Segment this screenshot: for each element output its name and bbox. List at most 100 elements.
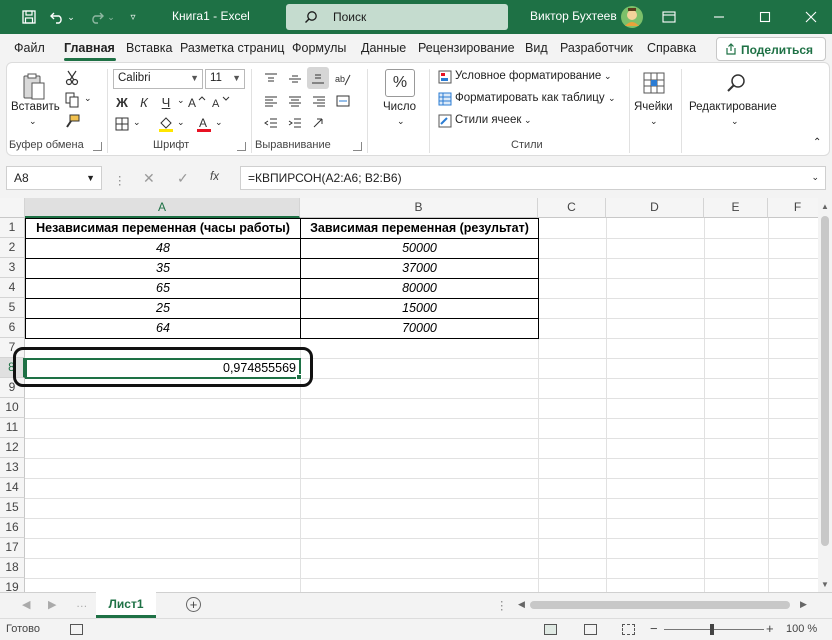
paste-label[interactable]: Вставить [11,101,60,113]
underline-button[interactable]: Ч [157,93,175,111]
expand-formula-icon[interactable]: ⌄ [811,172,819,183]
undo-icon[interactable] [48,8,66,26]
redo-icon[interactable] [88,8,106,26]
zoom-slider-track[interactable] [664,629,764,630]
zoom-out-icon[interactable]: − [650,621,658,636]
row-header[interactable]: 16 [0,518,25,538]
paste-dropdown-icon[interactable]: ⌄ [29,116,37,127]
paste-icon[interactable] [19,71,49,103]
customize-toolbar-icon[interactable]: ▿ [124,8,142,26]
cell-b3[interactable]: 37000 [301,258,538,278]
format-as-table-label[interactable]: Форматировать как таблицу [455,92,605,104]
save-icon[interactable] [20,8,38,26]
zoom-level[interactable]: 100 % [786,623,817,635]
page-layout-view-icon[interactable] [584,624,597,635]
close-icon[interactable] [788,0,832,34]
editing-dropdown-icon[interactable]: ⌄ [731,116,739,127]
tab-review[interactable]: Рецензирование [418,41,515,55]
cell-b1[interactable]: Зависимая переменная (результат) [301,218,538,238]
row-header[interactable]: 10 [0,398,25,418]
zoom-slider-thumb[interactable] [710,624,714,635]
sheet-tab-list1[interactable]: Лист1 [96,592,156,618]
search-box[interactable]: Поиск [286,4,508,30]
cell-styles-icon[interactable] [437,113,453,129]
tab-home[interactable]: Главная [64,41,115,55]
tab-page-layout[interactable]: Разметка страниц [180,41,284,55]
orientation-icon[interactable]: ab [333,69,353,89]
number-dropdown-icon[interactable]: ⌄ [397,116,405,127]
scroll-up-icon[interactable]: ▲ [821,202,829,211]
row-header[interactable]: 17 [0,538,25,558]
column-header-a[interactable]: A [25,198,300,218]
tab-developer[interactable]: Разработчик [560,41,633,55]
select-all-corner[interactable] [0,198,25,218]
formula-input[interactable]: =КВПИРСОН(A2:A6; B2:B6) ⌄ [240,166,826,190]
align-left-icon[interactable] [261,91,281,111]
next-sheet-icon[interactable]: ▶ [48,598,56,611]
scroll-left-icon[interactable]: ◀ [518,599,525,610]
row-header[interactable]: 2 [0,238,25,258]
column-header-f[interactable]: F [768,198,818,218]
row-header[interactable]: 15 [0,498,25,518]
cell-a2[interactable]: 48 [26,238,300,258]
borders-icon[interactable] [113,115,131,133]
tab-more-icon[interactable]: … [76,598,88,610]
column-header-c[interactable]: C [538,198,606,218]
underline-dropdown-icon[interactable]: ⌄ [177,95,185,106]
tab-file[interactable]: Файл [14,41,45,55]
row-header[interactable]: 13 [0,458,25,478]
cells-icon[interactable] [639,69,669,97]
minimize-icon[interactable] [696,0,742,34]
conditional-format-icon[interactable] [437,69,453,85]
worksheet-grid[interactable]: A B C D E F 1 2 3 4 5 6 7 8 9 10 11 12 1… [0,198,818,592]
tab-view[interactable]: Вид [525,41,548,55]
insert-function-button[interactable]: fx [210,171,219,183]
decrease-font-icon[interactable]: A [211,93,231,111]
page-break-view-icon[interactable] [622,624,635,635]
cut-icon[interactable] [63,69,81,87]
enter-icon[interactable]: ✓ [177,170,189,187]
cell-a6[interactable]: 64 [26,318,300,338]
add-sheet-icon[interactable]: + [186,597,201,612]
row-header[interactable]: 6 [0,318,25,338]
ribbon-display-icon[interactable] [646,0,692,34]
align-middle-icon[interactable] [285,69,305,89]
cell-b2[interactable]: 50000 [301,238,538,258]
row-header[interactable]: 1 [0,218,25,238]
font-size-select[interactable]: 11 ▼ [205,69,245,89]
align-bottom-icon[interactable] [307,67,329,89]
scroll-right-icon[interactable]: ▶ [800,599,807,610]
chevron-down-icon[interactable]: ⌄ [608,93,616,104]
tab-formulas[interactable]: Формулы [292,41,346,55]
row-header[interactable]: 19 [0,578,25,592]
font-launcher-icon[interactable] [237,142,246,151]
cell-a3[interactable]: 35 [26,258,300,278]
row-header[interactable]: 11 [0,418,25,438]
decrease-indent-icon[interactable] [261,113,281,133]
zoom-in-icon[interactable]: + [766,621,774,636]
align-top-icon[interactable] [261,69,281,89]
cells-dropdown-icon[interactable]: ⌄ [650,116,658,127]
vertical-scrollbar[interactable]: ▲ ▼ [818,198,832,592]
column-header-d[interactable]: D [606,198,704,218]
fill-color-dropdown-icon[interactable]: ⌄ [177,117,185,128]
font-color-icon[interactable]: A [195,115,213,133]
format-as-table-icon[interactable] [437,91,453,107]
align-right-icon[interactable] [309,91,329,111]
text-direction-icon[interactable] [309,113,329,133]
row-header[interactable]: 12 [0,438,25,458]
cell-a4[interactable]: 65 [26,278,300,298]
chevron-down-icon[interactable]: ⌄ [524,115,532,126]
cell-styles-label[interactable]: Стили ячеек [455,114,521,126]
chevron-down-icon[interactable]: ⌄ [604,71,612,82]
column-header-b[interactable]: B [300,198,538,218]
copy-dropdown-icon[interactable]: ⌄ [84,93,92,104]
clipboard-launcher-icon[interactable] [93,142,102,151]
tab-split-grip-icon[interactable]: ⋮ [496,598,508,612]
align-center-icon[interactable] [285,91,305,111]
row-header[interactable]: 3 [0,258,25,278]
row-header[interactable]: 5 [0,298,25,318]
prev-sheet-icon[interactable]: ◀ [22,598,30,611]
fill-color-icon[interactable] [157,115,175,133]
avatar[interactable] [620,5,644,29]
